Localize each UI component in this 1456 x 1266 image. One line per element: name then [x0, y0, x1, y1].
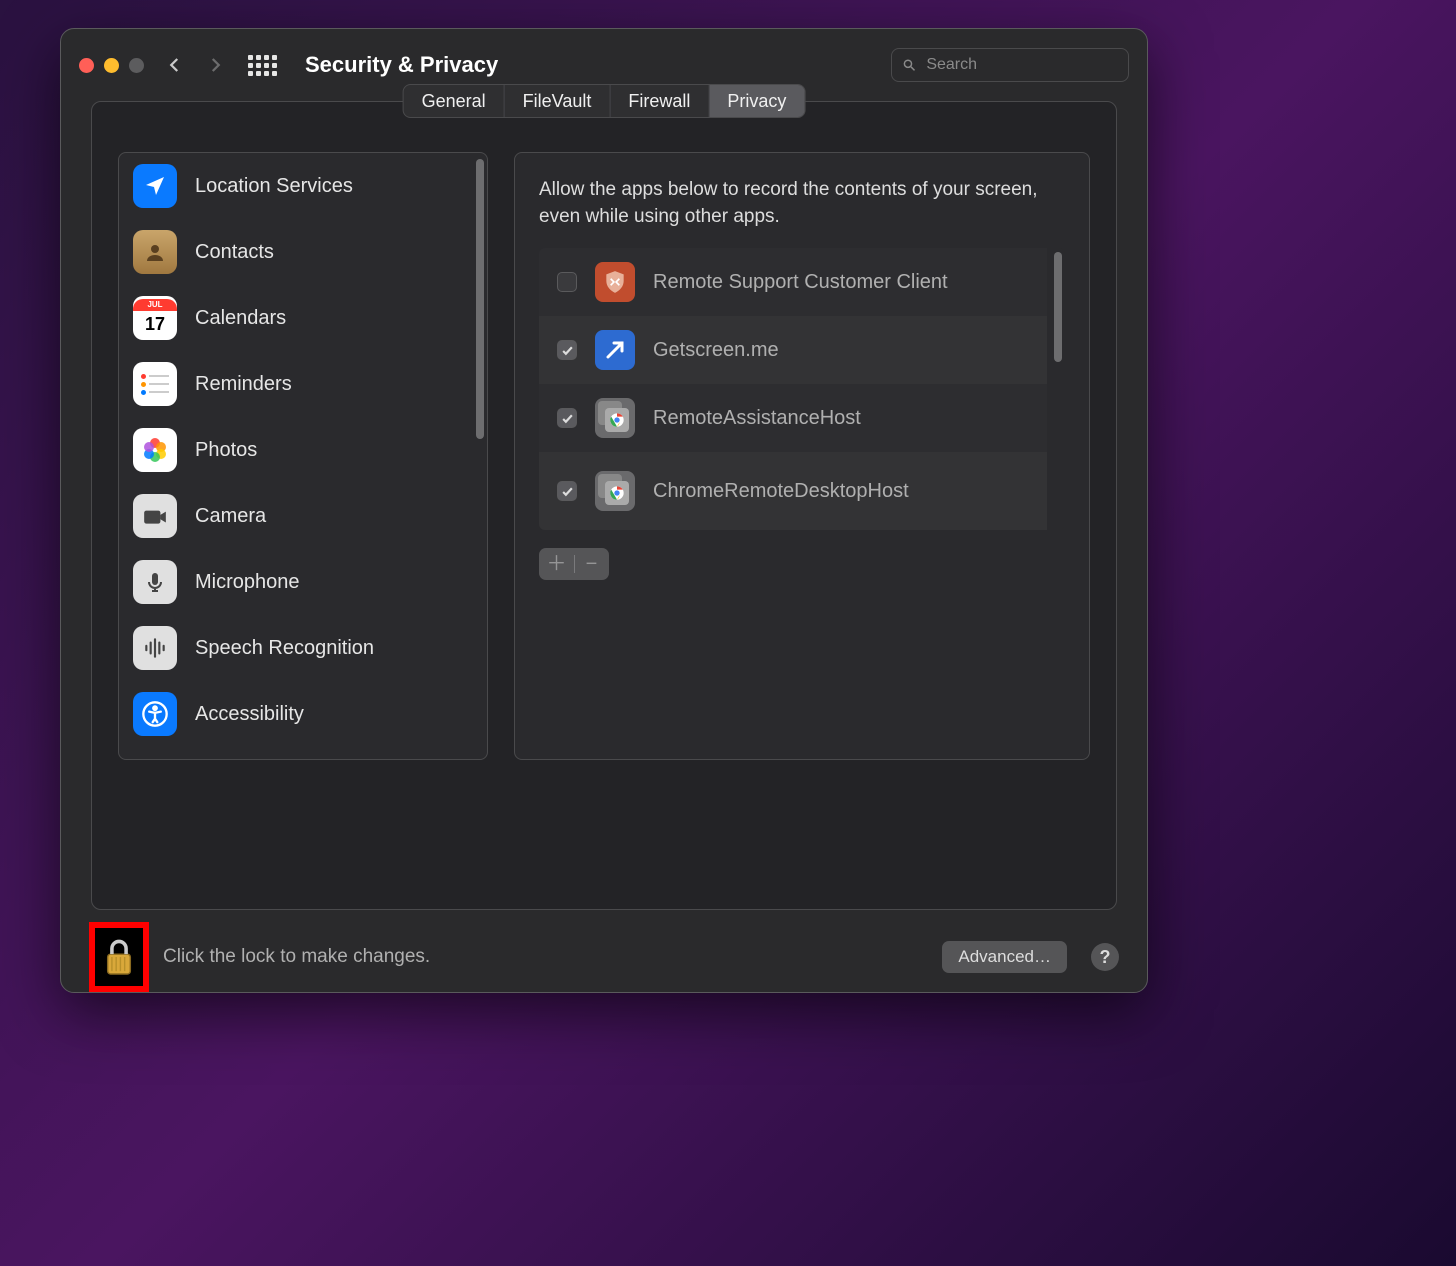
- sidebar-item-label: Contacts: [195, 241, 274, 264]
- sidebar-item-contacts[interactable]: Contacts: [119, 219, 487, 285]
- speech-icon: [133, 626, 177, 670]
- app-list: Remote Support Customer Client Getscreen…: [539, 248, 1065, 530]
- sidebar-item-label: Accessibility: [195, 703, 304, 726]
- search-input[interactable]: [924, 55, 1118, 75]
- tab-privacy[interactable]: Privacy: [709, 85, 804, 117]
- reminders-icon: [133, 362, 177, 406]
- sidebar-item-calendars[interactable]: JUL 17 Calendars: [119, 285, 487, 351]
- sidebar-item-label: Photos: [195, 439, 257, 462]
- system-preferences-window: Security & Privacy General FileVault Fir…: [60, 28, 1148, 993]
- add-remove-buttons: ＋ −: [539, 548, 609, 580]
- sidebar-item-label: Location Services: [195, 175, 353, 198]
- separator: [574, 555, 575, 573]
- sidebar-item-location-services[interactable]: Location Services: [119, 153, 487, 219]
- sidebar-item-label: Calendars: [195, 307, 286, 330]
- sidebar-item-photos[interactable]: Photos: [119, 417, 487, 483]
- sidebar-item-label: Microphone: [195, 571, 300, 594]
- chrome-icon: [595, 398, 635, 438]
- sidebar-item-label: Speech Recognition: [195, 637, 374, 660]
- tabs: General FileVault Firewall Privacy: [403, 84, 806, 118]
- minimize-window-button[interactable]: [104, 58, 119, 73]
- advanced-button[interactable]: Advanced…: [942, 941, 1067, 973]
- tab-filevault[interactable]: FileVault: [505, 85, 611, 117]
- forward-button: [206, 56, 224, 74]
- sidebar-item-accessibility[interactable]: Accessibility: [119, 681, 487, 747]
- sidebar-item-microphone[interactable]: Microphone: [119, 549, 487, 615]
- accessibility-icon: [133, 692, 177, 736]
- search-field[interactable]: [891, 48, 1129, 82]
- window-title: Security & Privacy: [305, 52, 498, 78]
- photos-icon: [133, 428, 177, 472]
- detail-description: Allow the apps below to record the conte…: [539, 177, 1065, 230]
- app-name: ChromeRemoteDesktopHost: [653, 480, 909, 503]
- sidebar-item-speech-recognition[interactable]: Speech Recognition: [119, 615, 487, 681]
- chrome-icon: [595, 471, 635, 511]
- app-checkbox[interactable]: [557, 408, 577, 428]
- nav-buttons: [166, 56, 224, 74]
- content-panel: General FileVault Firewall Privacy Locat…: [91, 101, 1117, 910]
- sidebar-item-camera[interactable]: Camera: [119, 483, 487, 549]
- sidebar-scrollbar[interactable]: [476, 159, 484, 439]
- app-row[interactable]: Remote Support Customer Client: [539, 248, 1047, 316]
- app-checkbox[interactable]: [557, 481, 577, 501]
- zoom-window-button: [129, 58, 144, 73]
- app-checkbox[interactable]: [557, 340, 577, 360]
- search-icon: [902, 57, 916, 73]
- add-button[interactable]: ＋: [542, 554, 572, 574]
- privacy-category-list[interactable]: Location Services Contacts JUL 17 Cal: [118, 152, 488, 760]
- app-name: Getscreen.me: [653, 339, 779, 362]
- lock-icon: [102, 937, 136, 977]
- app-row[interactable]: RemoteAssistanceHost: [539, 384, 1047, 452]
- detail-panel: Allow the apps below to record the conte…: [514, 152, 1090, 760]
- arrow-app-icon: [595, 330, 635, 370]
- app-name: Remote Support Customer Client: [653, 271, 948, 294]
- help-button[interactable]: ?: [1091, 943, 1119, 971]
- shield-icon: [595, 262, 635, 302]
- back-button[interactable]: [166, 56, 184, 74]
- calendar-icon: JUL 17: [133, 296, 177, 340]
- app-checkbox[interactable]: [557, 272, 577, 292]
- sidebar-item-reminders[interactable]: Reminders: [119, 351, 487, 417]
- sidebar-item-label: Reminders: [195, 373, 292, 396]
- contacts-icon: [133, 230, 177, 274]
- app-row[interactable]: Getscreen.me: [539, 316, 1047, 384]
- app-row[interactable]: ChromeRemoteDesktopHost: [539, 452, 1047, 530]
- app-list-scroll-track: [1047, 248, 1065, 530]
- app-list-scrollbar[interactable]: [1054, 252, 1062, 362]
- camera-icon: [133, 494, 177, 538]
- app-name: RemoteAssistanceHost: [653, 407, 861, 430]
- traffic-lights: [79, 58, 144, 73]
- footer: Click the lock to make changes. Advanced…: [61, 922, 1147, 992]
- lock-hint-text: Click the lock to make changes.: [163, 946, 430, 968]
- tab-general[interactable]: General: [404, 85, 505, 117]
- location-icon: [133, 164, 177, 208]
- sidebar-item-label: Camera: [195, 505, 266, 528]
- close-window-button[interactable]: [79, 58, 94, 73]
- panes: Location Services Contacts JUL 17 Cal: [92, 102, 1116, 909]
- microphone-icon: [133, 560, 177, 604]
- show-all-button[interactable]: [248, 55, 277, 76]
- lock-button[interactable]: [89, 922, 149, 992]
- tab-firewall[interactable]: Firewall: [610, 85, 709, 117]
- remove-button[interactable]: −: [577, 554, 607, 574]
